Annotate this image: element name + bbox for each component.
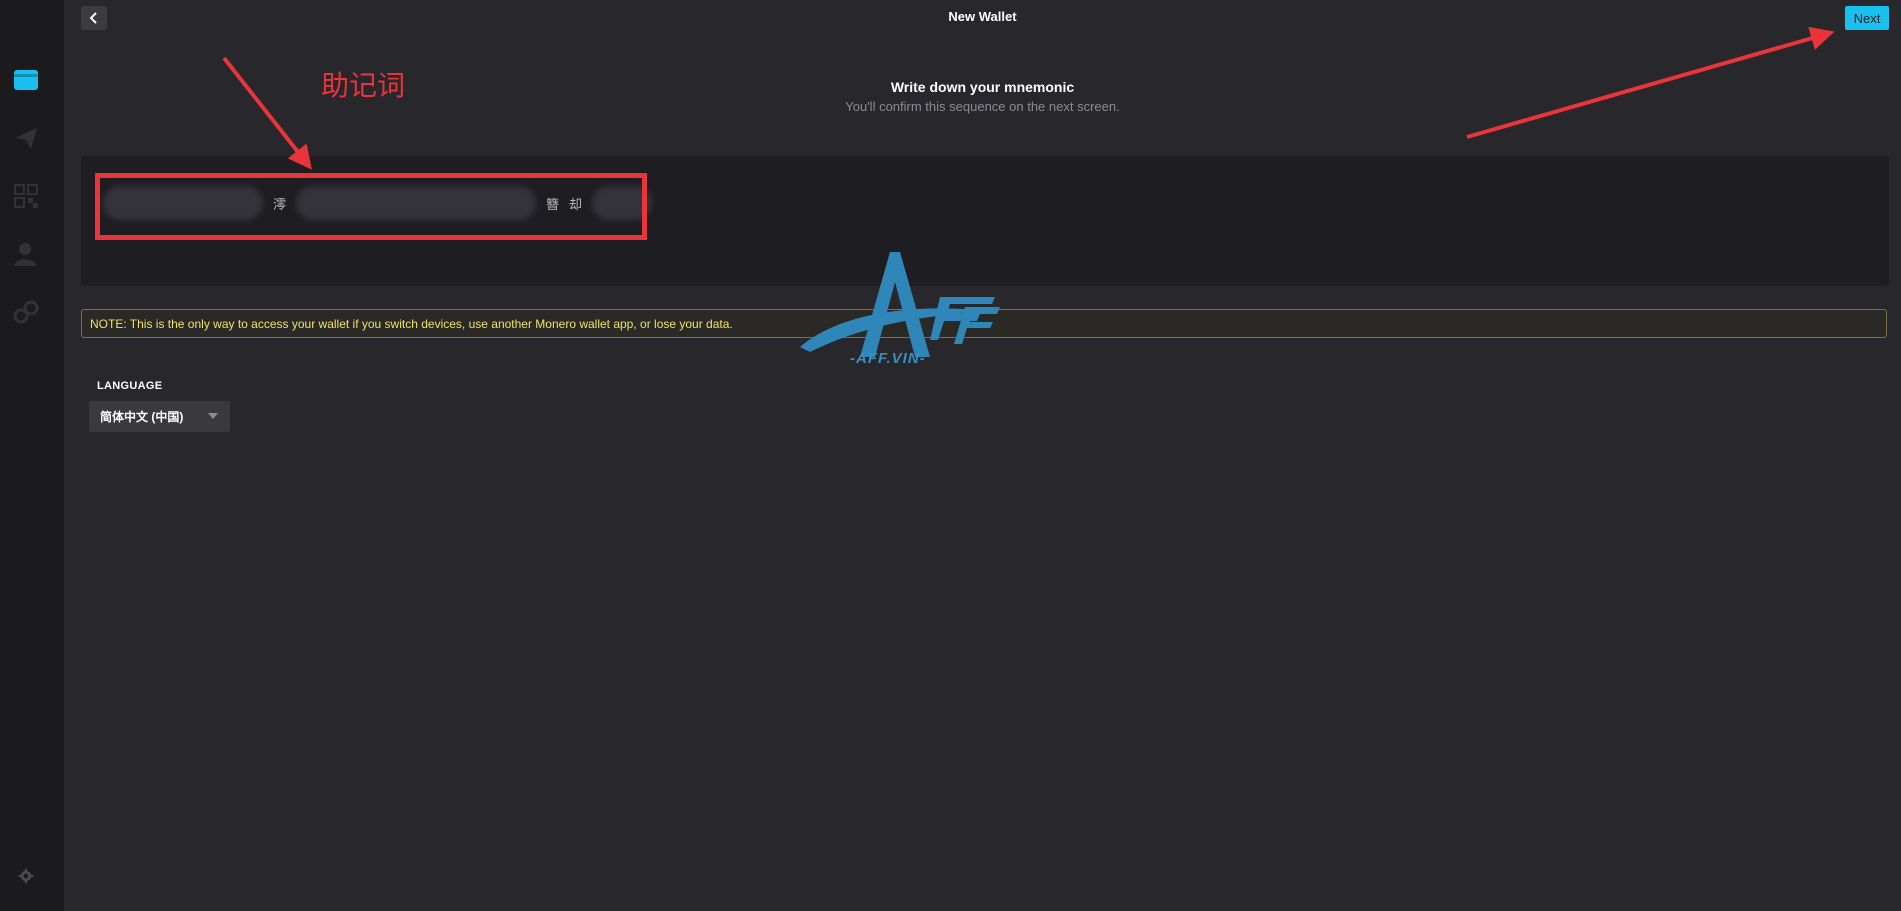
language-label: LANGUAGE: [97, 380, 163, 392]
watermark-text: -AFF.VIN-: [850, 350, 926, 367]
annotation-arrows: [222, 26, 1835, 170]
send-icon[interactable]: [12, 124, 40, 152]
annotation-highlight-box: [95, 173, 647, 240]
caret-down-icon: [208, 413, 218, 419]
language-selected-value: 简体中文 (中国): [100, 410, 184, 424]
next-button[interactable]: Next: [1845, 6, 1889, 30]
annotation-label: 助记词: [321, 69, 406, 102]
qr-code-icon[interactable]: [12, 182, 40, 210]
wallet-icon[interactable]: [12, 66, 40, 94]
contacts-icon[interactable]: [12, 240, 40, 268]
language-select[interactable]: 简体中文 (中国): [89, 401, 230, 432]
settings-icon[interactable]: [14, 864, 38, 888]
sidebar: [0, 0, 64, 911]
network-icon[interactable]: [12, 298, 40, 326]
page-title: New Wallet: [948, 9, 1017, 24]
